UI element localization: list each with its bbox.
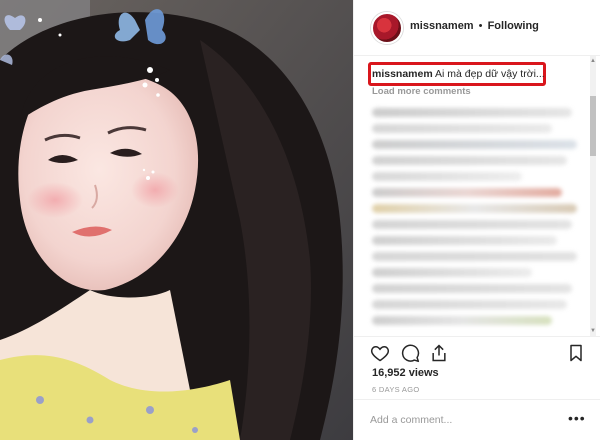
blurred-comment	[372, 316, 552, 325]
blurred-comment	[372, 172, 522, 181]
post-date[interactable]: 6 DAYS AGO	[372, 385, 419, 394]
scrollbar-thumb[interactable]	[590, 96, 596, 156]
separator-dot: •	[478, 20, 483, 32]
following-button[interactable]: Following	[488, 20, 539, 32]
blurred-comment	[372, 140, 577, 149]
comment-icon[interactable]	[400, 343, 420, 363]
blurred-comment	[372, 204, 577, 213]
add-comment-input[interactable]	[370, 411, 560, 429]
add-comment-bar: •••	[354, 399, 600, 440]
header-text: missnamem • Following	[410, 20, 539, 32]
blurred-comment	[372, 268, 532, 277]
load-more-comments-button[interactable]: Load more comments	[372, 86, 471, 97]
post-actions	[354, 336, 600, 366]
blurred-comment	[372, 156, 567, 165]
scroll-up-arrow-icon[interactable]: ▲	[589, 58, 597, 64]
post-photo	[0, 0, 353, 440]
heart-icon[interactable]	[370, 343, 390, 363]
scroll-down-arrow-icon[interactable]: ▼	[589, 328, 597, 334]
post-sidebar: missnamem • Following missnamem Ai mà đẹ…	[353, 0, 600, 440]
more-options-icon[interactable]: •••	[568, 410, 586, 426]
comments-section: missnamem Ai mà đẹp dữ vậy trời... Load …	[354, 56, 600, 336]
blurred-comment	[372, 124, 552, 133]
blurred-comment	[372, 236, 557, 245]
bookmark-icon[interactable]	[566, 343, 586, 363]
blurred-comment	[372, 188, 562, 197]
username-link[interactable]: missnamem	[410, 20, 474, 32]
avatar[interactable]	[371, 12, 403, 44]
share-icon[interactable]	[429, 343, 449, 363]
post-media[interactable]	[0, 0, 353, 440]
blurred-comment	[372, 300, 567, 309]
blurred-comment	[372, 284, 572, 293]
blurred-comment	[372, 220, 572, 229]
caption-text: Ai mà đẹp dữ vậy trời...	[435, 68, 545, 80]
caption-username[interactable]: missnamem	[372, 68, 433, 80]
comments-scrollbar[interactable]: ▲ ▼	[590, 56, 596, 336]
post-header: missnamem • Following	[354, 0, 600, 56]
blurred-comment	[372, 252, 577, 261]
view-count[interactable]: 16,952 views	[372, 367, 439, 379]
post-caption: missnamem Ai mà đẹp dữ vậy trời...	[372, 68, 545, 80]
blurred-comment	[372, 108, 572, 117]
